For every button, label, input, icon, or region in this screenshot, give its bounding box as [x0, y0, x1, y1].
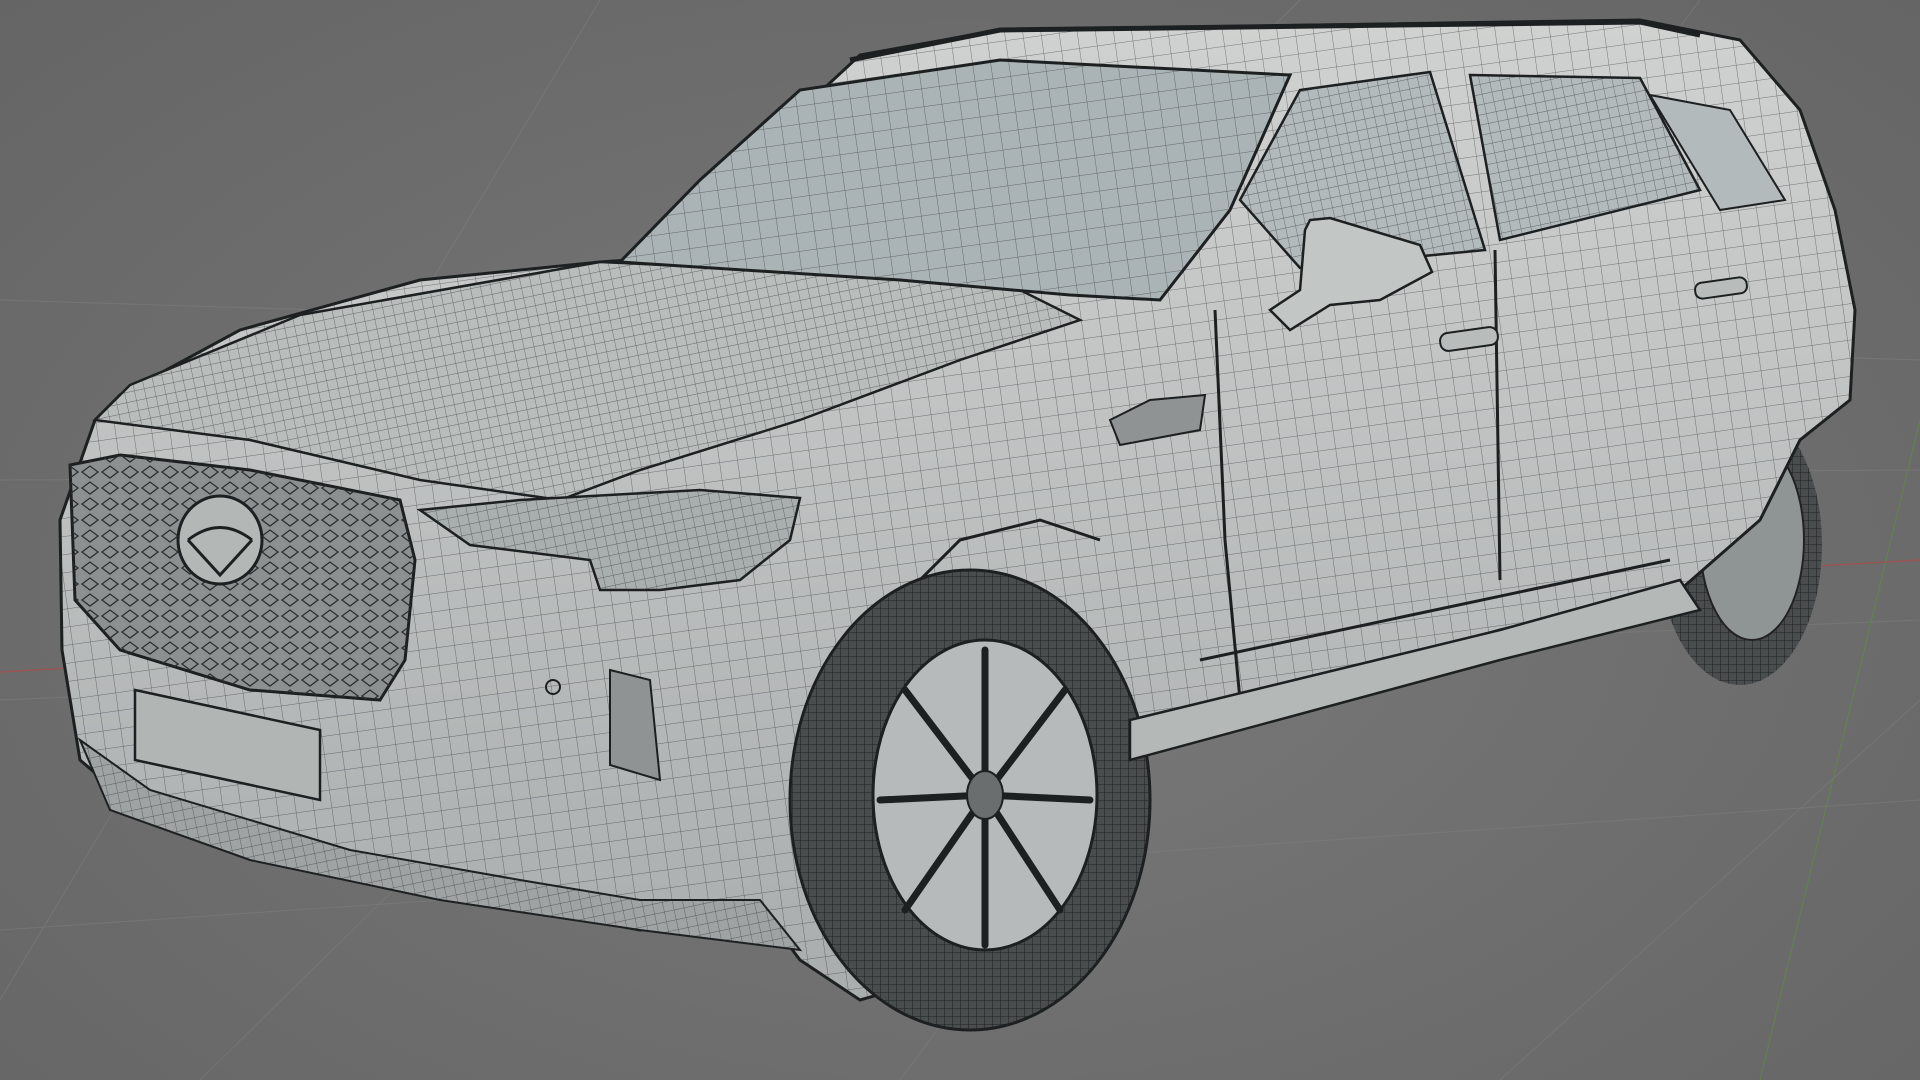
3d-viewport[interactable] — [0, 0, 1920, 1080]
wheel-hub — [966, 770, 1004, 820]
brand-emblem-icon — [176, 494, 264, 586]
front-wheel[interactable] — [788, 568, 1152, 1032]
car-model[interactable] — [58, 18, 1857, 1032]
viewport-scene[interactable] — [0, 0, 1920, 1080]
